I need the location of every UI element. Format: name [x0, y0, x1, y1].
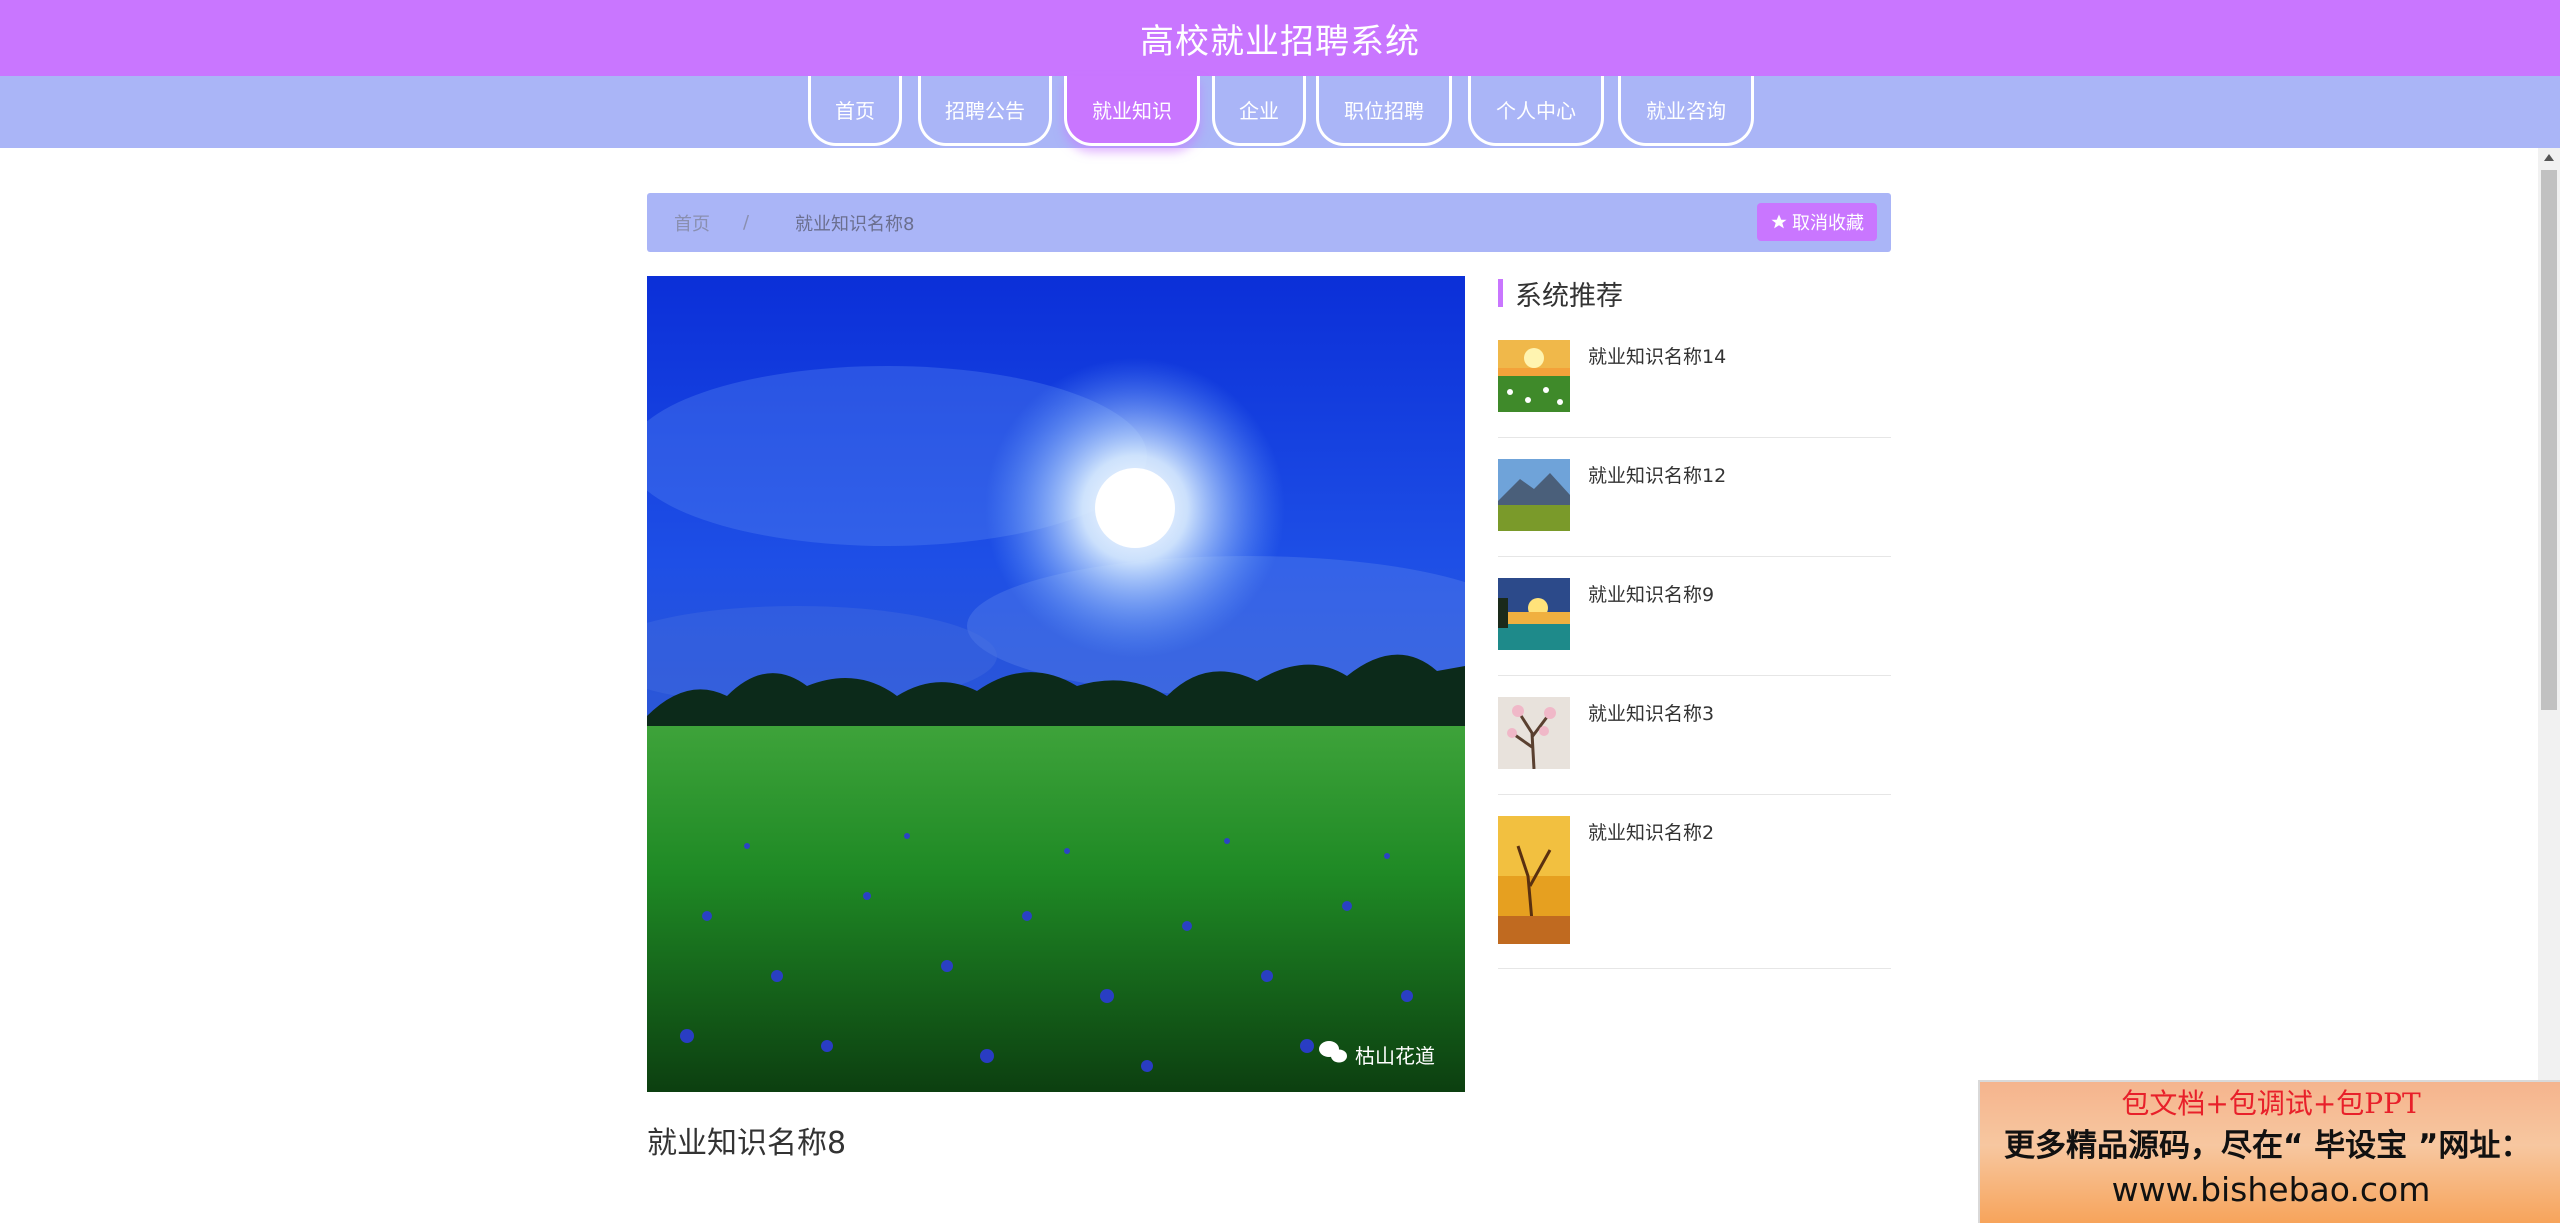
- breadcrumb-home[interactable]: 首页: [674, 193, 710, 252]
- recommend-item-label[interactable]: 就业知识名称2: [1588, 818, 1714, 845]
- breadcrumb: 首页 / 就业知识名称8 取消收藏: [647, 193, 1891, 252]
- recommend-item[interactable]: 就业知识名称14: [1498, 340, 1891, 438]
- recommend-thumbnail[interactable]: [1498, 697, 1570, 769]
- recommend-item[interactable]: 就业知识名称12: [1498, 459, 1891, 557]
- article-image: 枯山花道: [647, 276, 1465, 1092]
- unfavorite-label: 取消收藏: [1792, 213, 1864, 234]
- recommend-accent-bar: [1498, 279, 1503, 307]
- breadcrumb-current: 就业知识名称8: [795, 213, 915, 235]
- recommend-item[interactable]: 就业知识名称3: [1498, 697, 1891, 795]
- recommend-thumbnail[interactable]: [1498, 578, 1570, 650]
- nav-job-recruit[interactable]: 职位招聘: [1316, 76, 1452, 146]
- ad-banner[interactable]: 包文档+包调试+包PPT 更多精品源码，尽在“ 毕设宝 ”网址： www.bis…: [1978, 1080, 2560, 1223]
- recommend-title: 系统推荐: [1515, 280, 1623, 312]
- unfavorite-button[interactable]: 取消收藏: [1757, 203, 1877, 241]
- scroll-up-icon[interactable]: [2544, 154, 2554, 161]
- recommend-item-label[interactable]: 就业知识名称12: [1588, 461, 1726, 488]
- recommend-thumbnail[interactable]: [1498, 816, 1570, 944]
- nav-career-consult[interactable]: 就业咨询: [1618, 76, 1754, 146]
- nav-recruit-notice[interactable]: 招聘公告: [918, 76, 1052, 146]
- top-header: 高校就业招聘系统: [0, 0, 2560, 76]
- nav-company[interactable]: 企业: [1212, 76, 1306, 146]
- ad-line1: 包文档+包调试+包PPT: [2121, 1087, 2421, 1120]
- nav-home[interactable]: 首页: [808, 76, 902, 146]
- star-icon: [1771, 214, 1787, 229]
- recommend-thumbnail[interactable]: [1498, 459, 1570, 531]
- ad-line2: 更多精品源码，尽在“ 毕设宝 ”网址：: [2004, 1128, 2532, 1164]
- image-watermark: 枯山花道: [1355, 1044, 1435, 1068]
- recommend-header: 系统推荐: [1498, 276, 1623, 312]
- site-title: 高校就业招聘系统: [1140, 21, 1420, 62]
- recommend-item[interactable]: 就业知识名称9: [1498, 578, 1891, 676]
- scroll-thumb[interactable]: [2541, 170, 2557, 710]
- main-nav: 首页 招聘公告 就业知识 企业 职位招聘 个人中心 就业咨询: [0, 76, 2560, 148]
- recommend-item-label[interactable]: 就业知识名称3: [1588, 699, 1714, 726]
- nav-career-knowledge[interactable]: 就业知识: [1064, 76, 1200, 146]
- recommend-item-label[interactable]: 就业知识名称14: [1588, 342, 1726, 369]
- recommend-thumbnail[interactable]: [1498, 340, 1570, 412]
- recommend-item-label[interactable]: 就业知识名称9: [1588, 580, 1714, 607]
- article-title: 就业知识名称8: [647, 1126, 847, 1161]
- nav-personal-center[interactable]: 个人中心: [1468, 76, 1604, 146]
- ad-url[interactable]: www.bishebao.com: [1980, 1170, 2560, 1209]
- page-scrollbar[interactable]: [2538, 148, 2560, 1223]
- breadcrumb-separator: /: [743, 212, 750, 233]
- recommend-item[interactable]: 就业知识名称2: [1498, 816, 1891, 969]
